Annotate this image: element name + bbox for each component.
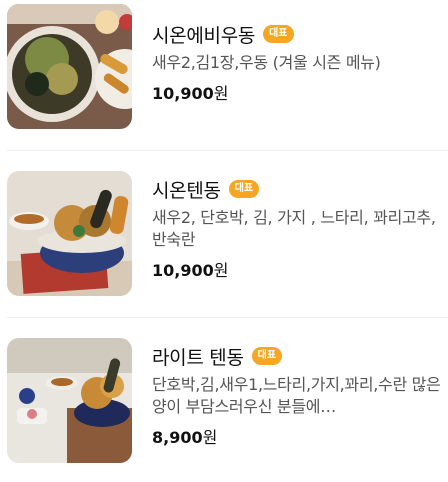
menu-item-photo[interactable] (7, 4, 132, 129)
price-value: 10,900 (152, 261, 214, 280)
menu-item-price: 10,900원 (152, 257, 448, 281)
menu-item-description: 새우2,김1장,우동 (겨울 시즌 메뉴) (152, 53, 381, 72)
menu-item-photo[interactable] (7, 171, 132, 296)
menu-item-photo[interactable] (7, 338, 132, 463)
menu-item-name: 라이트 텐동 (152, 346, 244, 369)
menu-item-shion-ebi-udon[interactable]: 시온에비우동 대표 새우2,김1장,우동 (겨울 시즌 메뉴) 10,900원 (0, 0, 448, 150)
price-currency: 원 (213, 84, 229, 103)
price-value: 10,900 (152, 84, 214, 103)
menu-item-description: 단호박,김,새우1,느타리,가지,꽈리,수란 많은 양이 부담스러우신 분들에… (152, 375, 441, 416)
signature-badge: 대표 (263, 25, 294, 43)
signature-badge: 대표 (228, 180, 260, 198)
menu-item-shion-tendon[interactable]: 시온텐동 대표 새우2, 단호박, 김, 가지 , 느타리, 꽈리고추, 반숙란… (0, 150, 448, 318)
menu-item-name: 시온에비우동 (152, 24, 256, 47)
menu-item-price: 8,900원 (152, 424, 448, 448)
menu-list: 시온에비우동 대표 새우2,김1장,우동 (겨울 시즌 메뉴) 10,900원 (0, 0, 448, 482)
menu-item-name: 시온텐동 (152, 179, 221, 202)
signature-badge: 대표 (251, 347, 283, 365)
price-value: 8,900 (152, 428, 203, 447)
price-currency: 원 (213, 261, 229, 280)
menu-item-price: 10,900원 (152, 80, 448, 104)
menu-item-description: 새우2, 단호박, 김, 가지 , 느타리, 꽈리고추, 반숙란 (152, 208, 436, 249)
price-currency: 원 (202, 428, 218, 447)
menu-item-light-tendon[interactable]: 라이트 텐동 대표 단호박,김,새우1,느타리,가지,꽈리,수란 많은 양이 부… (0, 318, 448, 482)
